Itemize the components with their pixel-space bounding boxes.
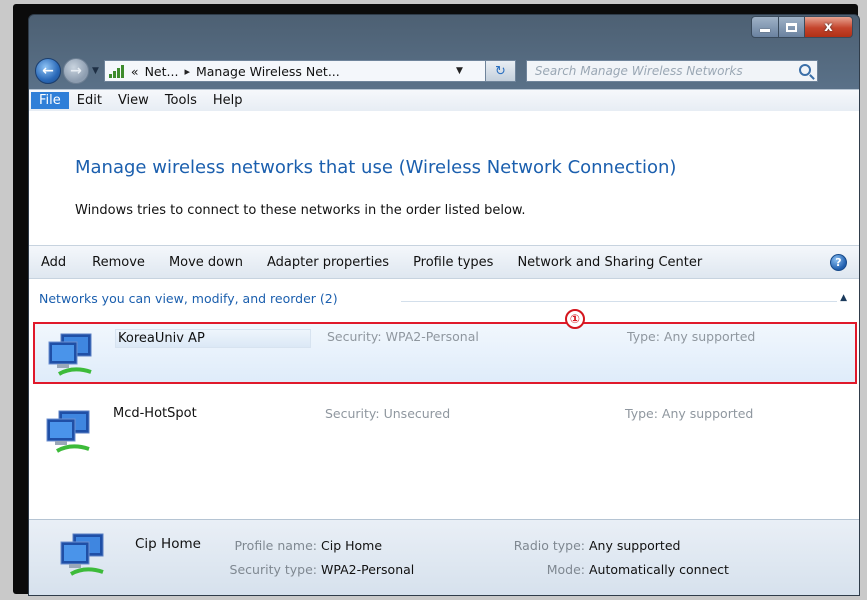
- refresh-button[interactable]: ↻: [485, 60, 516, 82]
- forward-arrow-icon: →: [70, 63, 82, 79]
- network-sharing-center-button[interactable]: Network and Sharing Center: [517, 255, 702, 270]
- network-name: KoreaUniv AP: [115, 329, 311, 348]
- recent-pages-dropdown[interactable]: ▼: [92, 66, 99, 76]
- navigation-bar: ← → ▼ « Net... ▸ Manage Wireless Net... …: [35, 57, 855, 85]
- main-content: Manage wireless networks that use (Wirel…: [29, 111, 859, 519]
- address-dropdown-icon[interactable]: ▼: [456, 66, 463, 76]
- wireless-network-icon: [46, 410, 90, 453]
- network-row-mcd-hotspot[interactable]: Mcd-HotSpot Security: Unsecured Type: An…: [33, 401, 857, 463]
- search-input[interactable]: Search Manage Wireless Networks: [525, 60, 818, 82]
- minimize-button[interactable]: [751, 16, 779, 38]
- maximize-icon: [786, 22, 797, 32]
- forward-button[interactable]: →: [63, 58, 89, 84]
- move-down-button[interactable]: Move down: [169, 255, 243, 270]
- remove-button[interactable]: Remove: [92, 255, 145, 270]
- network-type: Type: Any supported: [625, 406, 754, 421]
- network-name: Mcd-HotSpot: [113, 406, 197, 421]
- page-title: Manage wireless networks that use (Wirel…: [75, 157, 677, 178]
- add-button[interactable]: Add: [41, 255, 66, 270]
- search-icon[interactable]: [798, 64, 811, 76]
- annotation-marker: ①: [565, 309, 585, 329]
- network-security: Security: WPA2-Personal: [327, 329, 479, 344]
- close-icon: x: [824, 19, 833, 35]
- details-pane: Cip Home Profile name: Cip Home Security…: [29, 519, 859, 595]
- back-button[interactable]: ←: [35, 58, 61, 84]
- refresh-icon: ↻: [494, 63, 506, 79]
- adapter-properties-button[interactable]: Adapter properties: [267, 255, 389, 270]
- network-type: Type: Any supported: [627, 329, 756, 344]
- mode-value: Automatically connect: [589, 562, 729, 577]
- network-row-koreauniv[interactable]: KoreaUniv AP Security: WPA2-Personal Typ…: [33, 322, 857, 384]
- breadcrumb-overflow-icon[interactable]: «: [131, 64, 139, 79]
- menu-view[interactable]: View: [110, 92, 157, 109]
- profile-name-value: Cip Home: [321, 538, 383, 553]
- menu-bar: File Edit View Tools Help: [29, 89, 859, 111]
- network-security: Security: Unsecured: [325, 406, 451, 421]
- menu-file[interactable]: File: [31, 92, 69, 109]
- wireless-network-icon: [48, 333, 92, 376]
- collapse-group-icon[interactable]: ▲: [840, 293, 847, 303]
- address-bar[interactable]: « Net... ▸ Manage Wireless Net... ▼: [103, 60, 486, 82]
- group-divider: [401, 301, 837, 302]
- menu-edit[interactable]: Edit: [69, 92, 110, 109]
- window-caption-buttons: x: [751, 16, 853, 38]
- page-description: Windows tries to connect to these networ…: [75, 203, 526, 218]
- maximize-button[interactable]: [779, 16, 805, 38]
- command-toolbar: Add Remove Move down Adapter properties …: [29, 245, 859, 279]
- back-arrow-icon: ←: [42, 63, 54, 79]
- security-type-value: WPA2-Personal: [321, 562, 415, 577]
- close-button[interactable]: x: [805, 16, 853, 38]
- networks-group-header: Networks you can view, modify, and reord…: [39, 291, 338, 306]
- breadcrumb-segment-manage-wireless[interactable]: Manage Wireless Net...: [196, 64, 340, 79]
- radio-type-value: Any supported: [589, 538, 681, 553]
- network-signal-icon: [108, 64, 125, 78]
- mode-label: Mode:: [546, 562, 585, 577]
- minimize-icon: [760, 29, 770, 32]
- menu-help[interactable]: Help: [205, 92, 251, 109]
- breadcrumb-segment-network[interactable]: Net...: [145, 64, 179, 79]
- profile-types-button[interactable]: Profile types: [413, 255, 493, 270]
- details-network-name: Cip Home: [135, 536, 201, 552]
- breadcrumb-separator-icon: ▸: [184, 64, 190, 78]
- search-placeholder: Search Manage Wireless Networks: [534, 64, 743, 78]
- menu-tools[interactable]: Tools: [157, 92, 205, 109]
- radio-type-label: Radio type:: [513, 538, 585, 553]
- explorer-window: x ← → ▼ « Net... ▸ Manage Wireless Net..…: [28, 14, 860, 596]
- wireless-network-icon: [60, 533, 104, 576]
- profile-name-label: Profile name:: [234, 538, 317, 553]
- security-type-label: Security type:: [229, 562, 317, 577]
- help-icon[interactable]: ?: [830, 254, 847, 271]
